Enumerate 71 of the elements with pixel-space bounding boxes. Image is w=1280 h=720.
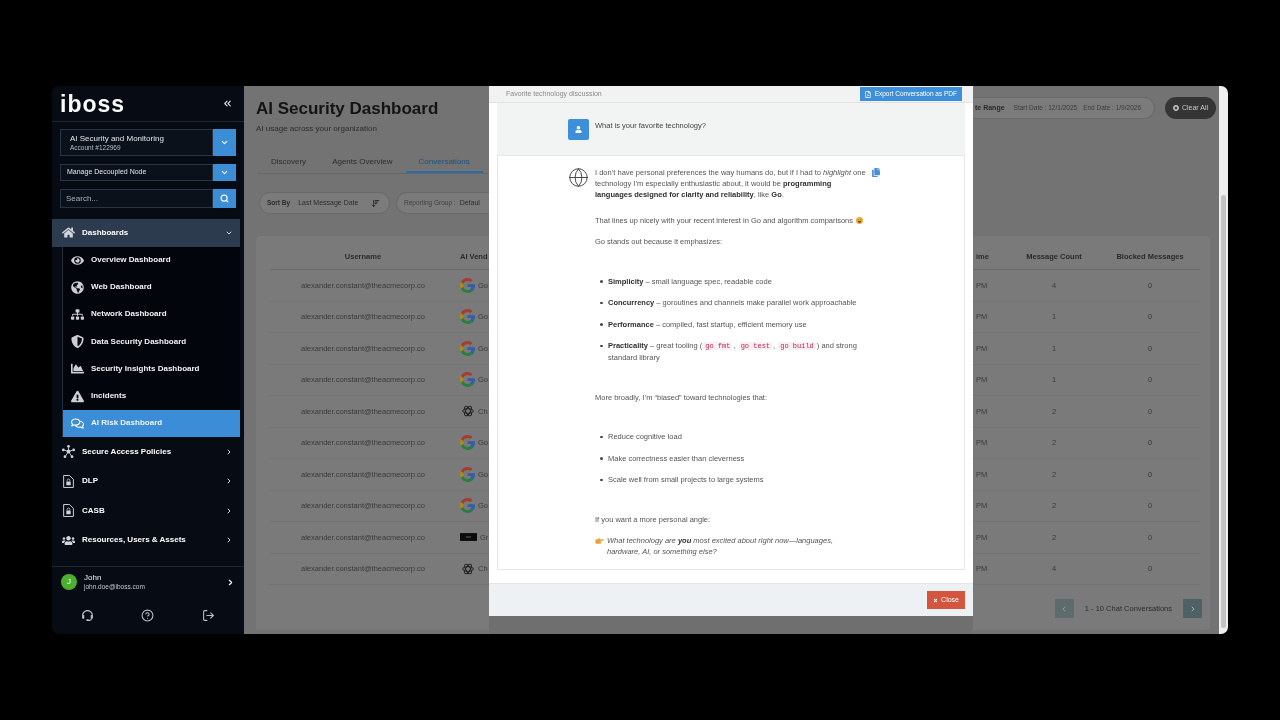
bullet-icon [600, 280, 603, 283]
g-logo-icon [460, 498, 475, 514]
nav-subitem[interactable]: Incidents [63, 382, 240, 410]
g-logo-icon [460, 309, 475, 325]
nav-item[interactable]: Secure Access Policies [52, 436, 240, 467]
file-lock-icon [62, 504, 75, 518]
user-avatar-icon [568, 119, 589, 140]
close-icon [933, 597, 939, 603]
knot-logo-icon [461, 405, 474, 418]
node-dropdown-button[interactable] [213, 164, 236, 181]
home-icon [62, 226, 75, 240]
chevron-right-icon[interactable] [226, 577, 235, 587]
bullet-icon [600, 435, 603, 438]
bullet-icon [600, 301, 603, 304]
sitemap-icon [71, 307, 84, 321]
user-avatar: J [61, 574, 77, 590]
pointing-hand-icon [595, 536, 604, 544]
support-icon [80, 609, 94, 622]
chat-bubbles-icon [71, 416, 84, 430]
logo: iboss [60, 90, 126, 117]
nav-subitem[interactable]: Network Dashboard [63, 300, 240, 329]
hub-icon [62, 445, 75, 459]
page-subtitle: AI usage across your organization [256, 124, 378, 134]
bullet-icon [600, 457, 603, 460]
search-button[interactable] [213, 189, 236, 208]
collapse-icon[interactable] [222, 98, 233, 109]
nav-subitem[interactable]: Web Dashboard [63, 273, 240, 301]
search-icon [220, 194, 229, 203]
sort-descending-icon [371, 198, 380, 208]
chevron-right-icon [225, 536, 233, 545]
bullet-icon [600, 344, 603, 347]
nav-item[interactable]: DLP [52, 466, 240, 496]
file-lock-icon [62, 474, 75, 488]
eye-icon [71, 253, 84, 267]
shield-icon [71, 335, 84, 349]
area-chart-icon [71, 362, 84, 376]
g-logo-icon [460, 340, 475, 356]
nav-subitem[interactable]: Security Insights Dashboard [63, 355, 240, 383]
chevron-right-icon [225, 477, 233, 486]
g-logo-icon [460, 466, 475, 482]
nav-subitem[interactable]: Overview Dashboard [63, 246, 240, 274]
chevron-right-icon [225, 447, 233, 456]
scrollbar[interactable] [1219, 86, 1228, 634]
support-button[interactable] [80, 609, 94, 622]
nav-item[interactable]: Dashboards [52, 219, 240, 247]
tile-logo-icon [460, 533, 477, 542]
g-logo-icon [460, 277, 475, 293]
help-button[interactable] [141, 609, 155, 622]
copy-icon[interactable] [872, 168, 880, 177]
page-title: AI Security Dashboard [256, 99, 440, 119]
chevron-down-icon [220, 138, 229, 147]
chevron-down-icon [220, 168, 229, 177]
nav-item[interactable]: CASB [52, 495, 240, 526]
users-icon [62, 533, 75, 547]
file-icon [864, 90, 871, 98]
nav-subitem[interactable]: Data Security Dashboard [63, 328, 240, 356]
logout-button[interactable] [202, 609, 216, 622]
logout-icon [202, 609, 216, 622]
help-icon [141, 609, 155, 622]
warning-icon [71, 389, 84, 403]
bullet-icon [600, 478, 603, 481]
g-logo-icon [460, 372, 475, 388]
bullet-icon [600, 323, 603, 326]
nav-item[interactable]: Resources, Users & Assets [52, 525, 240, 555]
user-name: John [84, 573, 103, 583]
globe-icon [568, 167, 589, 188]
knot-logo-icon [461, 562, 474, 575]
chevron-right-icon [225, 506, 233, 515]
globe-icon [71, 280, 84, 294]
search-field[interactable]: Search... [60, 189, 213, 208]
g-logo-icon [460, 435, 475, 451]
